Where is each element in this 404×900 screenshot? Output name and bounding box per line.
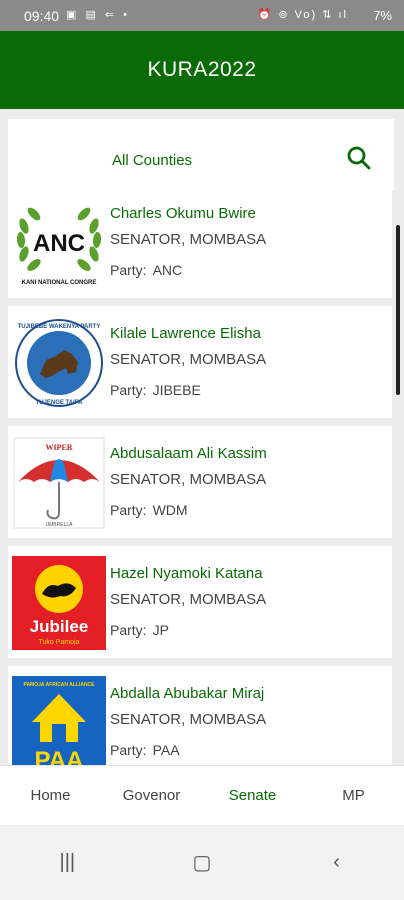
nav-senate-label: Senate	[228, 787, 277, 804]
nav-senate[interactable]: Senate	[202, 766, 303, 826]
candidate-card[interactable]: PAMOJA AFRICAN ALLIANCE PAA Abdalla Abub…	[8, 666, 392, 765]
jubilee-party-logo: Jubilee Tuko Pamoja	[12, 556, 106, 650]
system-navigation-bar: ||| ▢ ‹	[0, 825, 404, 900]
party-value: JP	[152, 622, 169, 638]
nav-home[interactable]: Home	[0, 766, 101, 826]
candidate-party: Party: JIBEBE	[110, 382, 201, 398]
candidate-role: SENATOR, MOMBASA	[110, 591, 267, 608]
candidate-card[interactable]: WIPER UMBRELLA Abdusalaam Ali Kassim SEN…	[8, 426, 392, 538]
candidate-card[interactable]: Jubilee Tuko Pamoja Hazel Nyamoki Katana…	[8, 546, 392, 658]
party-label: Party:	[110, 262, 147, 278]
candidate-name: Hazel Nyamoki Katana	[110, 565, 263, 582]
wiper-logo-bottom: UMBRELLA	[46, 522, 74, 528]
party-value: ANC	[152, 262, 183, 278]
nav-govenor[interactable]: Govenor	[101, 766, 202, 826]
paa-logo-subtitle: PAMOJA AFRICAN ALLIANCE	[23, 682, 95, 688]
candidate-party: Party: JP	[110, 622, 169, 638]
party-label: Party:	[110, 502, 147, 518]
party-value: PAA	[152, 742, 180, 758]
app-title: KURA2022	[147, 58, 257, 81]
candidate-card[interactable]: TUJIBEBE WAKENYA PARTY TUJENGE TAIFA Kil…	[8, 306, 392, 418]
jubilee-logo-subtitle: Tuko Pamoja	[39, 639, 80, 646]
candidate-name: Abdalla Abubakar Miraj	[110, 685, 265, 702]
candidate-role: SENATOR, MOMBASA	[110, 351, 267, 368]
candidate-party: Party: ANC	[110, 262, 182, 278]
candidate-role: SENATOR, MOMBASA	[110, 471, 267, 488]
candidate-name: Charles Okumu Bwire	[110, 205, 256, 222]
candidate-role: SENATOR, MOMBASA	[110, 231, 267, 248]
party-label: Party:	[110, 742, 147, 758]
county-selector[interactable]: All Counties	[112, 152, 192, 169]
candidate-party: Party: PAA	[110, 742, 180, 758]
status-bar: 09:40 ▣ ▤ ⇐ • ⏰ ⊚ Vo) ⇅ ıl 7%	[0, 0, 404, 31]
party-label: Party:	[110, 622, 147, 638]
home-icon[interactable]: ▢	[172, 850, 232, 875]
candidate-list: ANC KANI NATIONAL CONGRE Charles Okumu B…	[8, 186, 392, 765]
anc-logo-subtitle: KANI NATIONAL CONGRE	[22, 280, 97, 286]
main-content[interactable]: All Counties ANC KANI NATIONAL CONGRE Ch…	[0, 109, 404, 765]
party-value: WDM	[152, 502, 188, 518]
recents-icon[interactable]: |||	[37, 851, 97, 874]
status-time: 09:40	[24, 8, 60, 24]
back-icon[interactable]: ‹	[307, 851, 367, 874]
candidate-role: SENATOR, MOMBASA	[110, 711, 267, 728]
paa-party-logo: PAMOJA AFRICAN ALLIANCE PAA	[12, 676, 106, 765]
candidate-party: Party: WDM	[110, 502, 188, 518]
jubilee-logo-text: Jubilee	[30, 617, 89, 636]
battery-level: 7%	[373, 8, 392, 23]
candidate-name: Kilale Lawrence Elisha	[110, 325, 261, 342]
jibebe-logo-top: TUJIBEBE WAKENYA PARTY	[18, 324, 101, 330]
bottom-navigation: Home Govenor Senate MP	[0, 765, 404, 825]
search-icon[interactable]	[346, 145, 372, 171]
jibebe-party-logo: TUJIBEBE WAKENYA PARTY TUJENGE TAIFA	[12, 316, 106, 410]
nav-mp-label: MP	[342, 787, 365, 804]
paa-logo-text: PAA	[35, 747, 84, 765]
candidate-card[interactable]: ANC KANI NATIONAL CONGRE Charles Okumu B…	[8, 186, 392, 298]
system-status-icons: ⏰ ⊚ Vo) ⇅ ıl	[257, 9, 348, 21]
anc-party-logo: ANC KANI NATIONAL CONGRE	[12, 196, 106, 290]
wiper-party-logo: WIPER UMBRELLA	[12, 436, 106, 530]
notification-icons: ▣ ▤ ⇐ •	[66, 9, 131, 21]
wiper-logo-top: WIPER	[45, 443, 72, 452]
party-label: Party:	[110, 382, 147, 398]
anc-logo-text: ANC	[33, 230, 85, 257]
county-filter-card: All Counties	[8, 119, 394, 191]
candidate-name: Abdusalaam Ali Kassim	[110, 445, 267, 462]
nav-mp[interactable]: MP	[303, 766, 404, 826]
scrollbar-thumb[interactable]	[396, 225, 400, 395]
nav-govenor-label: Govenor	[122, 787, 181, 804]
party-value: JIBEBE	[152, 382, 201, 398]
app-bar: KURA2022	[0, 31, 404, 109]
jibebe-logo-bottom: TUJENGE TAIFA	[36, 400, 84, 406]
nav-home-label: Home	[30, 787, 71, 804]
